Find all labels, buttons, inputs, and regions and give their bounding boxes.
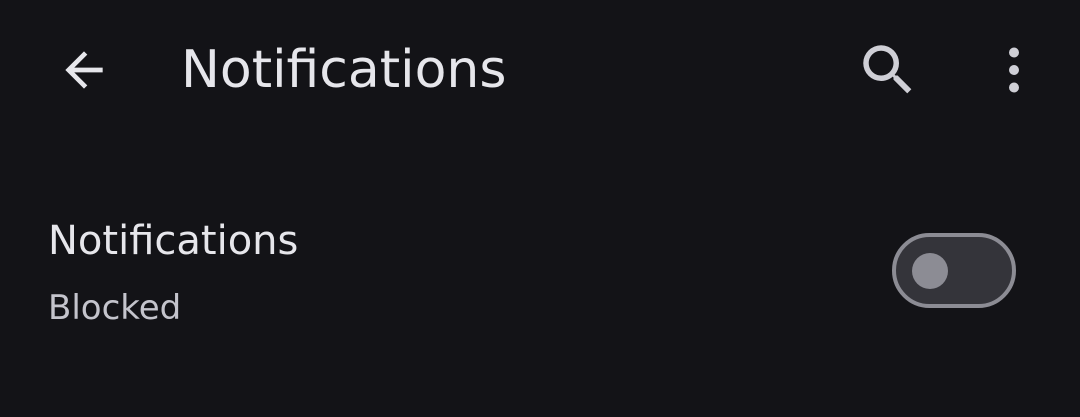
page-title: Notifications	[181, 40, 507, 100]
notifications-toggle[interactable]	[892, 233, 1016, 308]
more-options-button[interactable]	[966, 22, 1062, 118]
arrow-left-icon	[65, 51, 103, 89]
toggle-thumb	[912, 253, 948, 289]
search-icon	[863, 45, 912, 94]
app-bar: Notifications	[0, 0, 1080, 140]
search-button[interactable]	[840, 22, 936, 118]
back-button[interactable]	[36, 22, 132, 118]
setting-status: Blocked	[48, 288, 182, 328]
notifications-setting-row[interactable]: Notifications Blocked	[0, 196, 1080, 346]
setting-title: Notifications	[48, 218, 299, 264]
more-vert-icon	[1009, 47, 1019, 93]
